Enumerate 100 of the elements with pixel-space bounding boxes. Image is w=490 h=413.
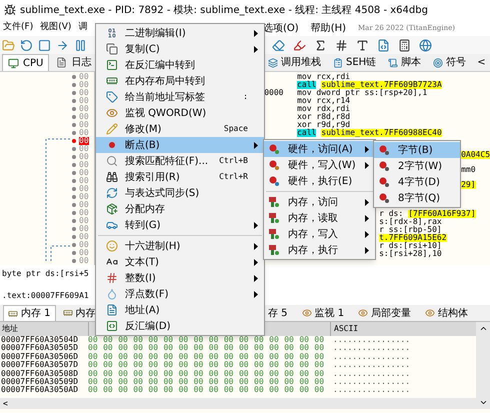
menu-item[interactable]: 内存，读取 xyxy=(264,210,375,226)
submenu-arrow-icon xyxy=(254,290,258,298)
tab-icon xyxy=(302,308,312,318)
eraser-icon[interactable] xyxy=(272,38,285,52)
menu-item[interactable]: 在内存布局中转到 xyxy=(96,73,264,89)
menu-item[interactable]: 搜索匹配特征(F)... Ctrl+B xyxy=(96,153,264,169)
vertical-scrollbar[interactable] xyxy=(476,322,490,409)
address-cell-text: 00007FF60A30507D xyxy=(0,361,80,370)
menu-item[interactable]: 修改(M) Space xyxy=(96,121,264,137)
menu-item[interactable]: 转到(G) xyxy=(96,217,264,233)
sync-icon xyxy=(106,187,118,199)
globe-icon[interactable] xyxy=(419,38,432,52)
code-text: mov rcx,r14 xyxy=(297,97,350,105)
menu-item[interactable]: 文本(T) xyxy=(96,254,264,270)
tab[interactable]: SEH链 xyxy=(330,54,380,71)
menu-item[interactable]: 在反汇编中转到 xyxy=(96,57,264,73)
hex-cell-text: 00 xyxy=(269,370,280,378)
menu-item[interactable]: 字节(B) xyxy=(374,142,460,158)
address-cell-text: 00007FF60A30505D xyxy=(0,344,80,353)
menu-item[interactable]: 分配内存 xyxy=(96,201,264,217)
hex-cell-text: 00 xyxy=(299,370,310,378)
hex-cell-text: 00 xyxy=(269,344,280,353)
hex-cell-text: 00 xyxy=(208,370,220,378)
hex-cell-text: 00 xyxy=(208,378,220,386)
menu-item[interactable]: 搜索引用(R) Ctrl+R xyxy=(96,169,264,185)
menu-item[interactable]: 调 xyxy=(78,21,88,35)
hash-icon[interactable] xyxy=(335,38,348,52)
hex-cell-text: 00 xyxy=(224,352,234,361)
pause-icon[interactable] xyxy=(74,38,87,52)
menu-item[interactable]: 浮点数(F) xyxy=(96,286,264,302)
calculator-icon[interactable] xyxy=(398,38,411,52)
hex-cell-text: 00 xyxy=(88,386,99,395)
tab[interactable]: 内存 1 xyxy=(3,305,56,321)
menu-item[interactable]: 断点(B) xyxy=(96,137,264,153)
hex-cell-text: 00 xyxy=(133,361,144,370)
scroll-up-icon[interactable] xyxy=(478,324,488,333)
menu-item[interactable]: 文件(F) xyxy=(3,21,34,35)
tab[interactable]: 监视 1 xyxy=(298,305,348,321)
hex-cell-text: 00 xyxy=(103,386,114,395)
code-text: r ds:[rsi+10] xyxy=(379,242,442,250)
menu-item[interactable]: 2字节(W) xyxy=(374,158,460,174)
document-icon[interactable] xyxy=(377,38,390,52)
memory-icon xyxy=(62,308,73,318)
menu-item[interactable]: 内存，执行 xyxy=(264,242,375,258)
stop-icon[interactable] xyxy=(38,38,51,52)
address-cell: 00 xyxy=(79,193,89,201)
tab[interactable]: CPU xyxy=(2,54,50,71)
hex-cell-text: 00 xyxy=(88,336,99,344)
hex-cell-text: 00 xyxy=(208,352,220,361)
hex-cell-text: 00 xyxy=(314,378,326,386)
menu-item[interactable]: 8字节(Q) xyxy=(374,190,460,206)
menu-item[interactable]: 监视 QWORD(W) xyxy=(96,105,264,121)
menu-item[interactable]: 与表达式同步(S) xyxy=(96,185,264,201)
menu-item[interactable]: 十六进制(H) xyxy=(96,238,264,254)
tab[interactable]: 结构体 xyxy=(422,305,472,321)
info-line: byte ptr ds:[rsi+5 xyxy=(2,268,89,280)
address-cell-text: 00007FF60A3050AD xyxy=(0,386,80,395)
hex-cell-text: 00 xyxy=(194,378,204,386)
bytes-text: 0000 xyxy=(264,88,284,97)
menu-item[interactable]: 给当前地址写标签 : xyxy=(96,89,264,105)
menu-item[interactable]: 内存，访问 xyxy=(264,194,375,210)
tab-scroll-button[interactable]: < xyxy=(475,55,488,70)
tab[interactable]: 符号 xyxy=(430,54,470,71)
run-icon[interactable] xyxy=(56,38,69,52)
menu-item[interactable]: 二进制编辑(I) xyxy=(96,25,264,41)
tab[interactable]: 脚本 xyxy=(385,54,424,71)
menu-item[interactable]: 视图(V) xyxy=(40,21,72,35)
tab[interactable]: 调用堆栈 xyxy=(265,54,324,71)
highlighter-icon[interactable] xyxy=(293,38,306,52)
tab[interactable]: 局部变量 xyxy=(355,305,414,321)
hex-cell-text: 00 xyxy=(224,370,234,378)
hex-cell-text: 00 xyxy=(148,361,160,370)
menu-item[interactable]: 4字节(D) xyxy=(374,174,460,190)
submenu-arrow-icon xyxy=(254,222,258,228)
menu-item[interactable]: 硬件，访问(A) xyxy=(264,141,375,157)
menu-item[interactable]: 反汇编(D) xyxy=(96,318,264,334)
submenu-arrow-icon xyxy=(254,242,258,250)
hex-cell-text: 00 xyxy=(238,386,250,395)
menu-item[interactable]: 整数(I) xyxy=(96,270,264,286)
ascii-cell: ................ xyxy=(333,378,410,386)
scroll-down-icon[interactable] xyxy=(478,398,488,407)
hex-cell-text: 00 xyxy=(284,336,295,344)
menu-item[interactable]: 复制(C) xyxy=(96,41,264,57)
menu-item[interactable]: 硬件，写入(W) xyxy=(264,157,375,173)
symbol-icon xyxy=(433,58,444,68)
hex-cell-text: 00 xyxy=(118,386,129,395)
function-icon[interactable] xyxy=(314,38,327,52)
restart-icon[interactable] xyxy=(20,38,33,52)
folder-icon[interactable] xyxy=(2,38,15,52)
menu-item[interactable]: 内存，写入 xyxy=(264,226,375,242)
address-cell: 00 xyxy=(79,161,89,169)
hex-cell-text: 00 xyxy=(254,370,265,378)
copy-icon xyxy=(106,43,118,55)
letters-icon[interactable] xyxy=(356,38,369,52)
column-header: ASCII xyxy=(330,322,430,336)
menu-item[interactable]: 帮助(H) xyxy=(310,20,346,36)
scroll-left-button[interactable]: < xyxy=(0,398,11,410)
tab[interactable]: 存 5 xyxy=(265,305,291,321)
address-cell-text: 00007FF60A30506D xyxy=(0,352,80,361)
menu-item[interactable]: 硬件，执行(E) xyxy=(264,173,375,189)
